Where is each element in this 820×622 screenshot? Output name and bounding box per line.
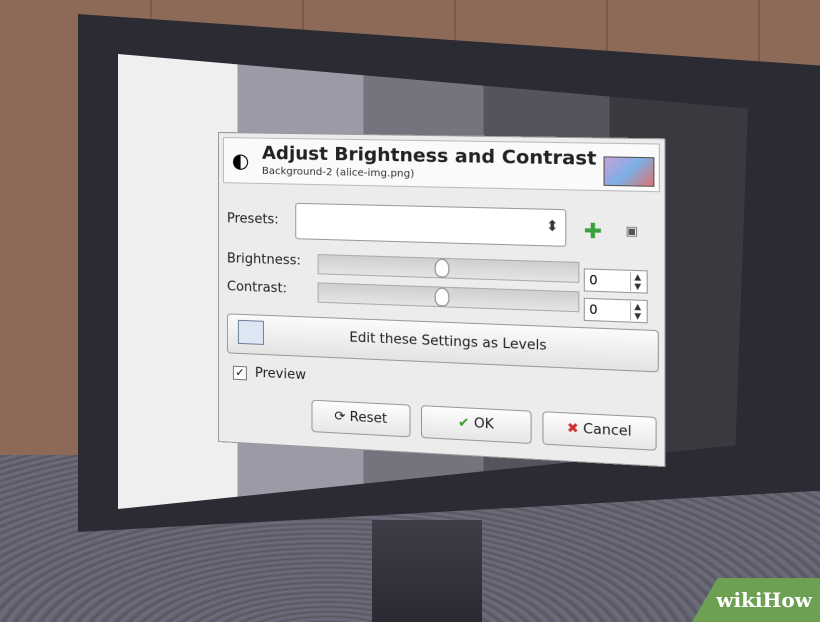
checkmark-icon: ✔: [458, 415, 470, 432]
levels-icon: [237, 319, 264, 345]
brightness-value: 0: [589, 272, 598, 288]
contrast-value: 0: [589, 302, 598, 318]
cancel-label: Cancel: [583, 421, 632, 440]
ok-label: OK: [473, 416, 494, 433]
brightness-contrast-icon: ◐: [231, 148, 250, 173]
presets-combobox[interactable]: ⬍: [295, 202, 567, 247]
chevron-updown-icon: ⬍: [545, 218, 559, 236]
brightness-spinbox[interactable]: 0 ▲ ▼: [583, 268, 648, 294]
x-icon: ✖: [566, 420, 579, 438]
brightness-contrast-dialog: ◐ Adjust Brightness and Contrast Backgro…: [218, 132, 666, 468]
plus-icon[interactable]: ✚: [584, 218, 602, 244]
brightness-slider[interactable]: [317, 254, 580, 283]
reset-button[interactable]: ⟳ Reset: [311, 399, 411, 438]
dialog-header: ◐ Adjust Brightness and Contrast Backgro…: [222, 137, 661, 193]
dialog-subtitle: Background-2 (alice-img.png): [261, 165, 415, 180]
spin-arrows-icon[interactable]: ▲ ▼: [629, 271, 645, 292]
edit-as-levels-button[interactable]: Edit these Settings as Levels: [226, 313, 659, 373]
image-thumbnail: [603, 156, 655, 187]
brightness-slider-handle[interactable]: [434, 258, 450, 278]
brightness-label: Brightness:: [226, 251, 301, 269]
contrast-slider-handle[interactable]: [434, 287, 450, 307]
preview-label: Preview: [254, 365, 307, 384]
edit-as-levels-label: Edit these Settings as Levels: [349, 330, 547, 354]
contrast-slider[interactable]: [317, 282, 580, 313]
preview-checkbox[interactable]: ✓: [232, 365, 247, 381]
cancel-button[interactable]: ✖ Cancel: [542, 411, 657, 451]
menu-icon[interactable]: ▣: [626, 223, 639, 238]
reset-icon: ⟳: [334, 408, 346, 425]
contrast-spinbox[interactable]: 0 ▲ ▼: [583, 297, 648, 324]
reset-label: Reset: [349, 409, 388, 427]
ok-button[interactable]: ✔ OK: [420, 405, 532, 445]
presets-label: Presets:: [226, 211, 279, 228]
contrast-label: Contrast:: [226, 279, 288, 297]
monitor-stand: [372, 520, 482, 622]
spin-arrows-icon[interactable]: ▲ ▼: [629, 301, 645, 322]
